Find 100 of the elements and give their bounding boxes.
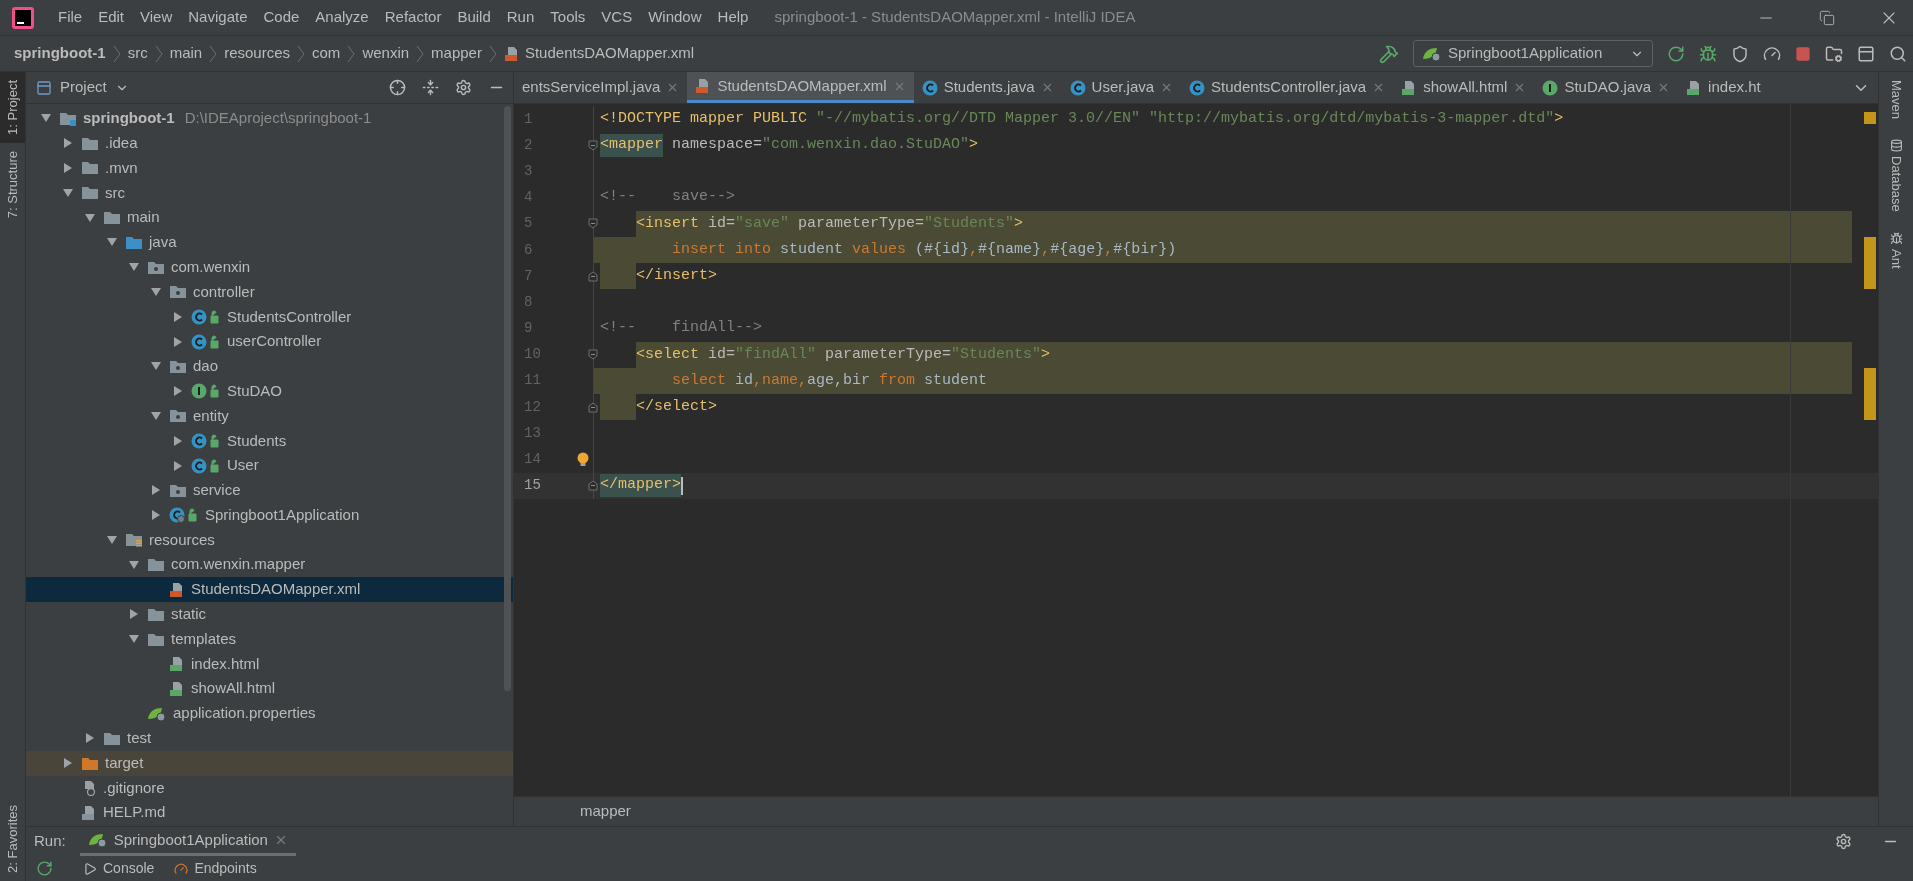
menu-item[interactable]: Edit xyxy=(90,6,133,29)
tree-item[interactable]: entity xyxy=(26,403,513,429)
tree-item[interactable]: src xyxy=(26,180,513,206)
panel-icon[interactable] xyxy=(1857,44,1875,63)
tree-item[interactable]: .mvn xyxy=(26,155,513,181)
expanded-arrow-icon[interactable] xyxy=(85,212,95,223)
tree-item[interactable]: target xyxy=(26,750,513,776)
tree-item[interactable]: User xyxy=(26,453,513,478)
breadcrumb-item[interactable]: wenxin xyxy=(362,42,410,65)
collapsed-arrow-icon[interactable] xyxy=(173,336,183,347)
coverage-shield-icon[interactable] xyxy=(1731,44,1749,63)
menu-item[interactable]: Help xyxy=(709,6,757,29)
tree-item[interactable]: com.wenxin.mapper xyxy=(26,552,513,578)
menu-item[interactable]: Tools xyxy=(542,6,594,29)
tree-item[interactable]: showAll.html xyxy=(26,676,513,702)
collapsed-arrow-icon[interactable] xyxy=(173,386,183,397)
collapsed-arrow-icon[interactable] xyxy=(85,733,95,744)
expanded-arrow-icon[interactable] xyxy=(129,634,139,645)
fold-end-icon[interactable] xyxy=(588,401,598,413)
breadcrumb-item[interactable]: src xyxy=(127,42,148,65)
breadcrumb-item[interactable]: mapper xyxy=(431,42,482,65)
fold-start-icon[interactable] xyxy=(588,139,598,151)
settings-icon[interactable] xyxy=(1835,833,1852,850)
editor-breadcrumb[interactable]: mapper xyxy=(580,800,631,823)
locate-icon[interactable] xyxy=(389,79,406,96)
collapsed-arrow-icon[interactable] xyxy=(63,758,73,769)
rerun-icon[interactable] xyxy=(1667,44,1685,63)
tree-item[interactable]: springboot-1 D:\IDEAproject\springboot-1 xyxy=(26,106,513,131)
tree-item[interactable]: test xyxy=(26,725,513,751)
rerun-icon[interactable] xyxy=(36,860,53,877)
stop-icon[interactable] xyxy=(1795,45,1811,62)
panel-title[interactable]: Project xyxy=(60,76,107,99)
restore-icon[interactable] xyxy=(1819,9,1835,26)
expanded-arrow-icon[interactable] xyxy=(151,361,161,372)
editor-tab[interactable]: StuDAO.java xyxy=(1534,72,1679,103)
error-stripe-mark[interactable] xyxy=(1864,394,1876,421)
fold-start-icon[interactable] xyxy=(588,218,598,230)
fold-end-icon[interactable] xyxy=(588,270,598,282)
breadcrumb-item[interactable]: com xyxy=(312,42,341,65)
tool-window-tab[interactable]: 7: Structure xyxy=(0,142,25,227)
editor-tab[interactable]: entsServiceImpl.java xyxy=(514,72,688,103)
editor-tab[interactable]: Students.java xyxy=(913,72,1062,103)
breadcrumb-item[interactable]: StudentsDAOMapper.xml xyxy=(524,42,695,65)
breadcrumb-item[interactable]: main xyxy=(169,42,203,65)
menu-item[interactable]: Code xyxy=(255,6,308,29)
tree-item[interactable]: service xyxy=(26,477,513,503)
tree-item[interactable]: StuDAO xyxy=(26,378,513,404)
tree-item[interactable]: index.html xyxy=(26,651,513,677)
menu-item[interactable]: Refactor xyxy=(376,6,450,29)
collapse-all-icon[interactable] xyxy=(422,79,439,96)
menu-item[interactable]: Run xyxy=(498,6,543,29)
settings-icon[interactable] xyxy=(455,79,472,96)
fold-end-icon[interactable] xyxy=(588,480,598,492)
tree-item[interactable]: dao xyxy=(26,353,513,379)
tree-item[interactable]: .idea xyxy=(26,130,513,156)
tool-window-tab[interactable]: Maven xyxy=(1886,80,1906,120)
menu-item[interactable]: Window xyxy=(640,6,710,29)
editor-tab[interactable]: User.java xyxy=(1061,72,1182,103)
run-tool-tab[interactable]: Endpoints xyxy=(174,858,257,879)
fold-start-icon[interactable] xyxy=(588,349,598,361)
tool-window-tab[interactable]: Database xyxy=(1886,139,1906,212)
tree-item[interactable]: userController xyxy=(26,329,513,354)
tool-window-tab[interactable]: 2: Favorites xyxy=(0,797,25,881)
breadcrumb-item[interactable]: resources xyxy=(224,42,291,65)
tree-item[interactable]: static xyxy=(26,601,513,627)
collapsed-arrow-icon[interactable] xyxy=(173,435,183,446)
run-tab[interactable]: Springboot1Application xyxy=(79,827,296,856)
search-icon[interactable] xyxy=(1889,44,1907,63)
menu-item[interactable]: Analyze xyxy=(307,6,377,29)
expanded-arrow-icon[interactable] xyxy=(129,559,139,570)
expanded-arrow-icon[interactable] xyxy=(41,113,51,124)
tree-item[interactable]: controller xyxy=(26,279,513,305)
menu-item[interactable]: Navigate xyxy=(180,6,256,29)
error-stripe-mark[interactable] xyxy=(1864,263,1876,290)
editor-tab[interactable]: index.ht xyxy=(1678,72,1769,103)
tree-item[interactable]: com.wenxin xyxy=(26,254,513,280)
profiler-icon[interactable] xyxy=(1763,44,1781,63)
scrollbar-thumb[interactable] xyxy=(504,106,511,691)
collapsed-arrow-icon[interactable] xyxy=(129,609,139,620)
tree-item[interactable]: java xyxy=(26,230,513,255)
collapsed-arrow-icon[interactable] xyxy=(151,510,161,521)
debug-bug-icon[interactable] xyxy=(1699,44,1717,63)
tree-item[interactable]: Springboot1Application xyxy=(26,502,513,528)
tree-item[interactable]: StudentsController xyxy=(26,304,513,330)
menu-item[interactable]: VCS xyxy=(593,6,641,29)
tree-item[interactable]: StudentsDAOMapper.xml xyxy=(26,577,513,602)
tree-item[interactable]: application.properties xyxy=(26,701,513,726)
tree-item[interactable]: templates xyxy=(26,626,513,652)
menu-item[interactable]: View xyxy=(132,6,181,29)
collapsed-arrow-icon[interactable] xyxy=(173,460,183,471)
tree-item[interactable]: resources xyxy=(26,527,513,553)
editor-tab[interactable]: StudentsDAOMapper.xml xyxy=(687,72,914,103)
expanded-arrow-icon[interactable] xyxy=(151,410,161,421)
breadcrumb-item[interactable]: springboot-1 xyxy=(14,42,106,65)
collapsed-arrow-icon[interactable] xyxy=(173,311,183,322)
expanded-arrow-icon[interactable] xyxy=(107,237,117,248)
tool-window-tab[interactable]: Ant xyxy=(1886,231,1906,269)
expanded-arrow-icon[interactable] xyxy=(129,262,139,273)
project-structure-icon[interactable] xyxy=(1825,44,1843,63)
run-tool-tab[interactable]: Console xyxy=(83,858,155,879)
